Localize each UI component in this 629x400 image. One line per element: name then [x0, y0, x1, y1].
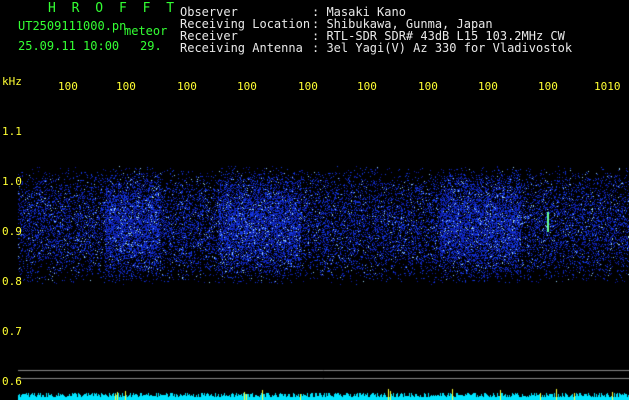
- x-tick-label: 100: [418, 80, 438, 93]
- antenna-value: : 3el Yagi(V) Az 330 for Vladivostok: [312, 41, 573, 55]
- x-tick-label: 100: [58, 80, 78, 93]
- y-tick-label: 1.0: [2, 175, 22, 188]
- spectrogram-canvas: [0, 0, 629, 400]
- filename-label: UT2509111000.pn: [18, 19, 127, 33]
- x-tick-label: 100: [538, 80, 558, 93]
- y-tick-label: 1.1: [2, 125, 22, 138]
- datetime-label: 25.09.11 10:00: [18, 39, 120, 53]
- y-tick-label: 0.9: [2, 225, 22, 238]
- y-tick-label: 0.8: [2, 275, 22, 288]
- y-tick-label: 0.6: [2, 375, 22, 388]
- antenna-label: Receiving Antenna: [180, 41, 303, 55]
- y-tick-label: 0.7: [2, 325, 22, 338]
- x-tick-label: 100: [298, 80, 318, 93]
- x-tick-label: 100: [357, 80, 377, 93]
- hrofft-logo: H R O F F T: [48, 1, 179, 16]
- x-tick-label: 1010: [594, 80, 621, 93]
- x-tick-label: 100: [237, 80, 257, 93]
- count-label: 29.: [140, 39, 162, 53]
- x-tick-label: 100: [478, 80, 498, 93]
- x-tick-label: 100: [177, 80, 197, 93]
- unit-label: kHz: [2, 75, 22, 88]
- x-tick-label: 100: [116, 80, 136, 93]
- mode-label: meteor: [124, 24, 168, 38]
